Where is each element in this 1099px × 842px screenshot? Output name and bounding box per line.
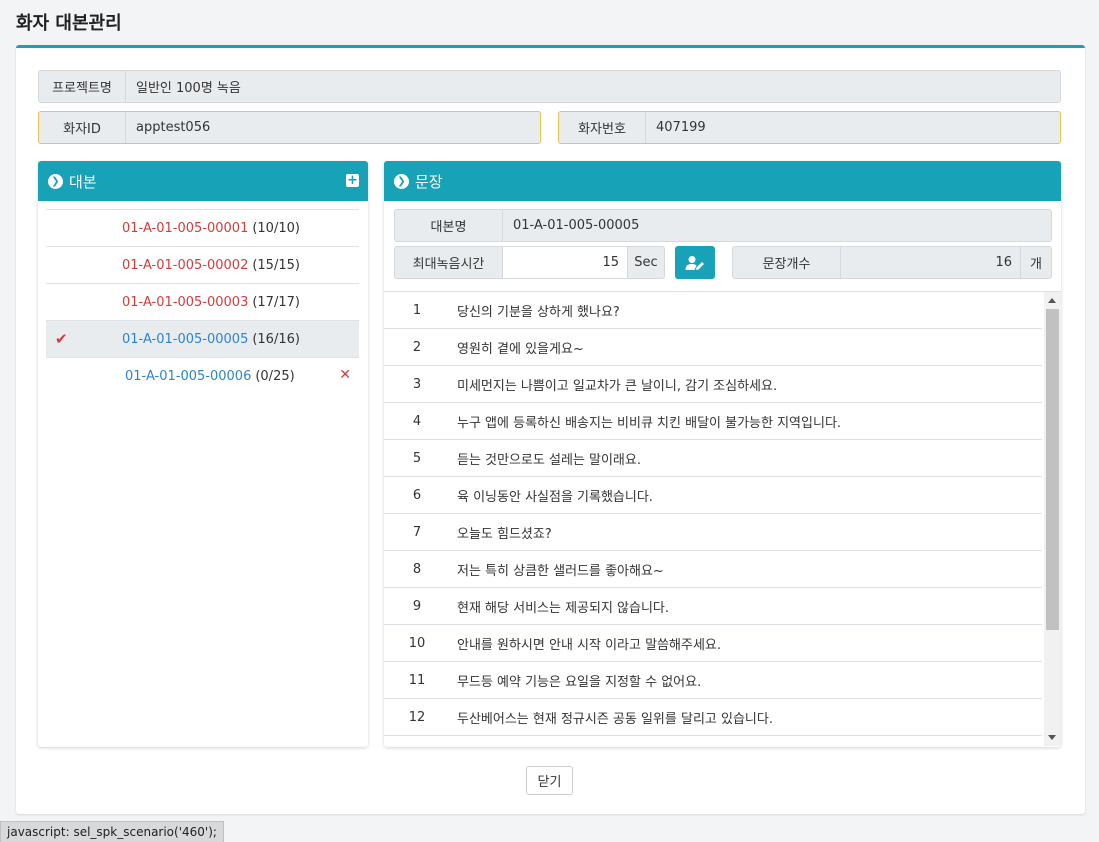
script-item[interactable]: 01-A-01-005-00001 (10/10) — [46, 209, 359, 246]
row-number: 8 — [412, 561, 422, 577]
row-text: 당신의 기분을 상하게 했나요? — [457, 304, 620, 320]
row-number: 7 — [412, 524, 422, 540]
row-number: 2 — [412, 339, 422, 355]
row-number: 10 — [408, 635, 426, 651]
sentence-count-value: 16 — [841, 247, 1020, 278]
sentences-panel-title: 문장 — [415, 172, 443, 191]
table-row[interactable]: 7 오늘도 힘드셨죠? — [384, 514, 1042, 551]
script-name-label: 대본명 — [395, 210, 503, 241]
table-row[interactable]: 11 무드등 예약 기능은 요일을 지정할 수 없어요. — [384, 662, 1042, 699]
row-number: 4 — [412, 413, 422, 429]
row-text: 미세먼지는 나쁨이고 일교차가 큰 날이니, 감기 조심하세요. — [457, 378, 778, 394]
script-code[interactable]: 01-A-01-005-00005 — [122, 332, 248, 347]
table-row[interactable]: 1 당신의 기분을 상하게 했나요? — [384, 292, 1042, 329]
project-field: 프로젝트명 일반인 100명 녹음 — [38, 70, 1061, 103]
table-row[interactable]: 12 두산베어스는 현재 정규시즌 공동 일위를 달리고 있습니다. — [384, 699, 1042, 736]
row-text: 저는 특히 상큼한 샐러드를 좋아해요~ — [457, 563, 664, 579]
row-number: 3 — [412, 376, 422, 392]
seconds-unit: Sec — [627, 247, 664, 278]
table-row[interactable]: 4 누구 앱에 등록하신 배송지는 비비큐 치킨 배달이 불가능한 지역입니다. — [384, 403, 1042, 440]
main-card: 프로젝트명 일반인 100명 녹음 화자ID apptest056 화자번호 4… — [16, 45, 1085, 814]
script-item[interactable]: 01-A-01-005-00002 (15/15) — [46, 246, 359, 283]
table-row[interactable]: 5 듣는 것만으로도 설레는 말이래요. — [384, 440, 1042, 477]
status-bar: javascript: sel_spk_scenario('460'); — [0, 821, 224, 842]
row-text: 영원히 곁에 있을게요~ — [457, 341, 584, 357]
count-unit: 개 — [1020, 247, 1051, 278]
sentences-panel: ❯ 문장 대본명 01-A-01-005-00005 최대녹음시간 15 Sec… — [384, 161, 1061, 747]
table-row[interactable]: 2 영원히 곁에 있을게요~ — [384, 329, 1042, 366]
row-text: 육 이닝동안 사실점을 기록했습니다. — [457, 489, 653, 505]
chevron-circle-right-icon: ❯ — [394, 173, 409, 189]
project-value: 일반인 100명 녹음 — [126, 71, 1060, 102]
row-text: 무드등 예약 기능은 요일을 지정할 수 없어요. — [457, 674, 702, 690]
script-code[interactable]: 01-A-01-005-00003 — [122, 295, 248, 310]
scroll-thumb[interactable] — [1046, 309, 1059, 630]
sentence-table: 1 당신의 기분을 상하게 했나요? 2 영원히 곁에 있을게요~ 3 미세먼지는 나… — [384, 291, 1061, 746]
scroll-down-arrow-icon[interactable] — [1048, 735, 1056, 740]
speaker-number-value: 407199 — [646, 112, 1060, 143]
table-row[interactable]: 6 육 이닝동안 사실점을 기록했습니다. — [384, 477, 1042, 514]
scripts-panel: ❯ 대본 + 01-A-01-005-00001 (10/10) 01-A-01… — [38, 161, 368, 747]
row-text: 누구 앱에 등록하신 배송지는 비비큐 치킨 배달이 불가능한 지역입니다. — [457, 415, 842, 431]
row-number: 5 — [412, 450, 422, 466]
script-count: (16/16) — [252, 331, 300, 347]
page-title: 화자 대본관리 — [16, 13, 122, 34]
row-text: 듣는 것만으로도 설레는 말이래요. — [457, 452, 641, 468]
row-number: 11 — [408, 672, 426, 688]
delete-x-icon[interactable]: ✕ — [339, 367, 351, 383]
scroll-up-arrow-icon[interactable] — [1048, 298, 1056, 303]
speaker-edit-button[interactable] — [675, 246, 715, 279]
speaker-id-field: 화자ID apptest056 — [38, 111, 541, 144]
max-record-time-label: 최대녹음시간 — [395, 247, 503, 278]
script-count: (17/17) — [252, 294, 300, 310]
speaker-id-label: 화자ID — [39, 112, 126, 143]
row-number: 9 — [412, 598, 422, 614]
script-name-value: 01-A-01-005-00005 — [503, 210, 1051, 241]
close-button[interactable]: 닫기 — [526, 766, 573, 795]
script-count: (15/15) — [252, 257, 300, 273]
script-list: 01-A-01-005-00001 (10/10) 01-A-01-005-00… — [46, 209, 359, 394]
script-code[interactable]: 01-A-01-005-00002 — [122, 258, 248, 273]
scripts-panel-header: ❯ 대본 + — [38, 161, 368, 201]
speaker-id-value: apptest056 — [126, 112, 540, 143]
table-row[interactable]: 3 미세먼지는 나쁨이고 일교차가 큰 날이니, 감기 조심하세요. — [384, 366, 1042, 403]
row-number: 1 — [412, 302, 422, 318]
chevron-circle-right-icon: ❯ — [48, 173, 63, 189]
row-number: 12 — [408, 709, 426, 725]
user-edit-icon — [685, 255, 704, 270]
script-item[interactable]: 01-A-01-005-00006 (0/25) ✕ — [46, 357, 359, 394]
row-text: 안내를 원하시면 안내 시작 이라고 말씀해주세요. — [457, 637, 721, 653]
max-record-time-input[interactable]: 15 — [503, 247, 627, 278]
max-record-time-field: 최대녹음시간 15 Sec — [394, 246, 665, 279]
script-code[interactable]: 01-A-01-005-00001 — [122, 221, 248, 236]
script-count: (0/25) — [255, 368, 295, 384]
script-item-selected[interactable]: ✔ 01-A-01-005-00005 (16/16) — [46, 320, 359, 357]
script-name-field: 대본명 01-A-01-005-00005 — [394, 209, 1052, 242]
row-text: 오늘도 힘드셨죠? — [457, 526, 552, 542]
vertical-scrollbar[interactable] — [1044, 292, 1061, 746]
speaker-number-label: 화자번호 — [559, 112, 646, 143]
row-text: 현재 해당 서비스는 제공되지 않습니다. — [457, 600, 670, 616]
scripts-panel-title: 대본 — [69, 172, 97, 191]
sentences-panel-header: ❯ 문장 — [384, 161, 1061, 201]
table-row[interactable]: 8 저는 특히 상큼한 샐러드를 좋아해요~ — [384, 551, 1042, 588]
script-count: (10/10) — [252, 220, 300, 236]
script-item[interactable]: 01-A-01-005-00003 (17/17) — [46, 283, 359, 320]
script-code[interactable]: 01-A-01-005-00006 — [125, 369, 251, 384]
check-icon: ✔ — [55, 330, 68, 348]
project-label: 프로젝트명 — [39, 71, 126, 102]
table-row[interactable]: 10 안내를 원하시면 안내 시작 이라고 말씀해주세요. — [384, 625, 1042, 662]
sentence-count-field: 문장개수 16 개 — [732, 246, 1052, 279]
add-script-icon[interactable]: + — [346, 174, 359, 187]
row-text: 두산베어스는 현재 정규시즌 공동 일위를 달리고 있습니다. — [457, 711, 773, 727]
row-number: 6 — [412, 487, 422, 503]
speaker-number-field: 화자번호 407199 — [558, 111, 1061, 144]
table-row[interactable]: 9 현재 해당 서비스는 제공되지 않습니다. — [384, 588, 1042, 625]
sentence-count-label: 문장개수 — [733, 247, 841, 278]
